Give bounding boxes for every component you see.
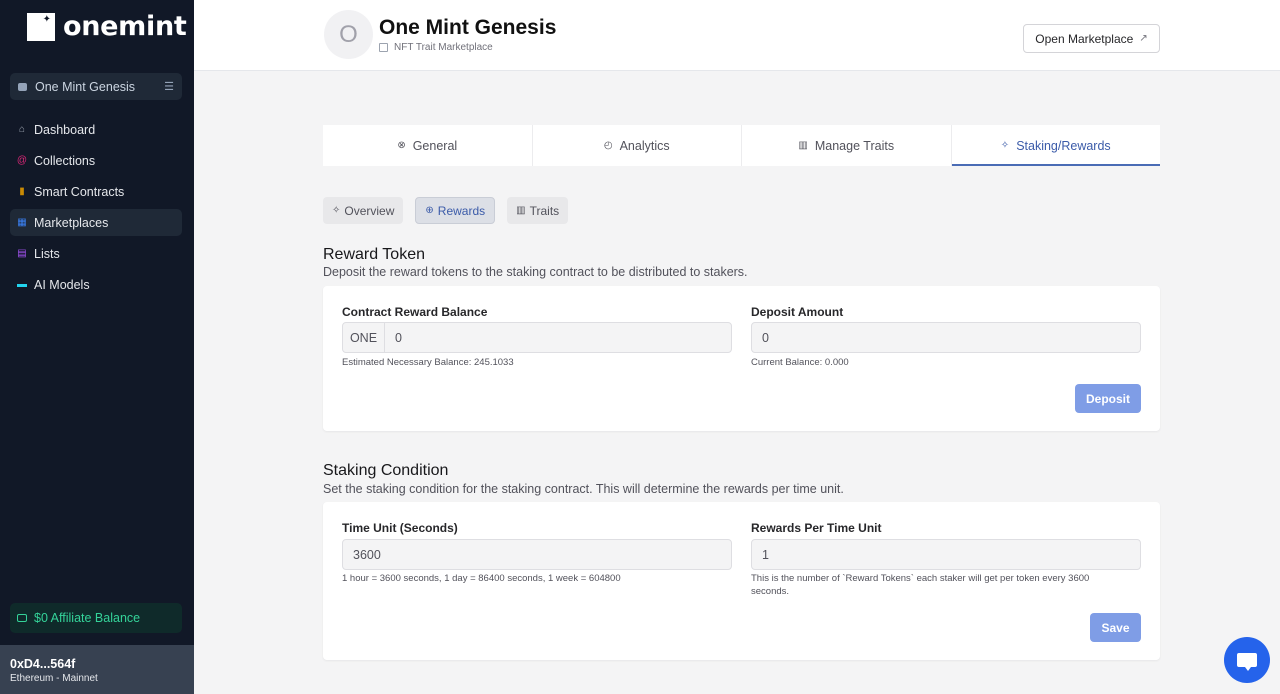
bar-chart-icon: ▥ bbox=[516, 205, 526, 216]
staking-condition-description: Set the staking condition for the stakin… bbox=[323, 482, 844, 496]
reward-token-title: Reward Token bbox=[323, 246, 425, 263]
deposit-amount-value: 0 bbox=[762, 330, 769, 345]
tab-label: Analytics bbox=[619, 138, 670, 153]
deposit-amount-input[interactable]: 0 bbox=[751, 322, 1141, 353]
subtab-overview[interactable]: ✧ Overview bbox=[323, 197, 404, 224]
affiliate-balance-label: $0 Affiliate Balance bbox=[34, 611, 141, 625]
reward-token-description: Deposit the reward tokens to the staking… bbox=[323, 265, 748, 279]
sidebar-item-label: Dashboard bbox=[34, 122, 96, 137]
rewards-per-time-unit-label: Rewards Per Time Unit bbox=[751, 521, 882, 535]
subtab-rewards[interactable]: ⊕ Rewards bbox=[415, 197, 496, 224]
sidebar-nav: ⌂ Dashboard @ Collections ▮ Smart Contra… bbox=[0, 116, 194, 302]
current-balance-hint: Current Balance: 0.000 bbox=[751, 357, 849, 368]
brand-name: onemint bbox=[63, 10, 187, 42]
list-icon: ▤ bbox=[17, 247, 27, 259]
sparkles-icon: ✧ bbox=[332, 205, 341, 216]
estimated-balance-hint: Estimated Necessary Balance: 245.1033 bbox=[342, 357, 514, 368]
store-icon bbox=[379, 43, 388, 52]
deposit-amount-label: Deposit Amount bbox=[751, 305, 844, 319]
sidebar-item-smart-contracts[interactable]: ▮ Smart Contracts bbox=[10, 178, 182, 205]
tab-staking-rewards[interactable]: ✧ Staking/Rewards bbox=[951, 125, 1161, 166]
wallet-network: Ethereum - Mainnet bbox=[10, 673, 98, 684]
subtab-label: Traits bbox=[529, 203, 560, 218]
main-tabs: ⊗ General ◴ Analytics ▥ Manage Traits ✧ … bbox=[323, 125, 1160, 166]
wallet-info[interactable]: 0xD4...564f Ethereum - Mainnet bbox=[0, 645, 194, 694]
subtab-traits[interactable]: ▥ Traits bbox=[507, 197, 569, 224]
affiliate-balance-button[interactable]: $0 Affiliate Balance bbox=[10, 603, 182, 633]
sub-tabs: ✧ Overview ⊕ Rewards ▥ Traits bbox=[323, 197, 569, 224]
bar-chart-icon: ▥ bbox=[798, 140, 808, 151]
tab-label: Manage Traits bbox=[814, 138, 895, 153]
page-title: One Mint Genesis bbox=[379, 16, 557, 39]
staking-condition-card: Time Unit (Seconds) 3600 1 hour = 3600 s… bbox=[323, 502, 1160, 660]
project-selector-label: One Mint Genesis bbox=[35, 79, 136, 94]
staking-condition-title: Staking Condition bbox=[323, 462, 449, 479]
page-subtitle: NFT Trait Marketplace bbox=[379, 42, 493, 53]
save-button[interactable]: Save bbox=[1090, 613, 1141, 642]
contract-balance-field: ONE 0 bbox=[342, 322, 732, 353]
reward-token-card: Contract Reward Balance ONE 0 Estimated … bbox=[323, 286, 1160, 431]
tab-label: General bbox=[412, 138, 458, 153]
gift-icon: ⊕ bbox=[425, 205, 434, 216]
sidebar-item-dashboard[interactable]: ⌂ Dashboard bbox=[10, 116, 182, 143]
rewards-hint: This is the number of `Reward Tokens` ea… bbox=[751, 573, 1090, 597]
sidebar-item-label: Collections bbox=[34, 153, 96, 168]
tab-analytics[interactable]: ◴ Analytics bbox=[533, 125, 742, 166]
avatar: O bbox=[324, 10, 373, 59]
subtab-label: Rewards bbox=[437, 203, 486, 218]
sparkles-icon: ✧ bbox=[1000, 140, 1010, 151]
logo-mark-icon: ✦ bbox=[27, 13, 55, 41]
sidebar-item-lists[interactable]: ▤ Lists bbox=[10, 240, 182, 267]
chat-bubble-icon bbox=[1237, 653, 1257, 671]
subtitle-text: NFT Trait Marketplace bbox=[394, 42, 493, 53]
chat-button[interactable] bbox=[1224, 637, 1270, 683]
briefcase-icon bbox=[18, 82, 27, 91]
sidebar-item-marketplaces[interactable]: ▦ Marketplaces bbox=[10, 209, 182, 236]
general-icon: ⊗ bbox=[397, 140, 406, 151]
tab-label: Staking/Rewards bbox=[1016, 138, 1111, 153]
contract-balance-value: 0 bbox=[395, 330, 402, 345]
time-unit-hint: 1 hour = 3600 seconds, 1 day = 86400 sec… bbox=[342, 573, 621, 584]
filter-icon: ☰ bbox=[164, 81, 174, 93]
tab-manage-traits[interactable]: ▥ Manage Traits bbox=[742, 125, 952, 166]
store-icon: ▦ bbox=[17, 216, 27, 228]
contract-balance-label: Contract Reward Balance bbox=[342, 305, 488, 319]
external-link-icon: ↗ bbox=[1139, 33, 1148, 44]
open-marketplace-button[interactable]: Open Marketplace ↗ bbox=[1023, 24, 1160, 53]
pie-chart-icon: ◴ bbox=[603, 140, 613, 151]
deposit-button[interactable]: Deposit bbox=[1075, 384, 1141, 413]
sidebar-item-label: Lists bbox=[34, 246, 60, 261]
collections-icon: @ bbox=[16, 154, 28, 166]
sidebar-item-label: Smart Contracts bbox=[34, 184, 125, 199]
subtab-label: Overview bbox=[344, 203, 395, 218]
project-selector[interactable]: One Mint Genesis ☰ bbox=[10, 73, 182, 100]
currency-prefix: ONE bbox=[343, 323, 385, 352]
monitor-icon: ▬ bbox=[17, 278, 27, 290]
wallet-address: 0xD4...564f bbox=[10, 657, 76, 671]
rewards-per-time-unit-input[interactable]: 1 bbox=[751, 539, 1141, 570]
sidebar-item-ai-models[interactable]: ▬ AI Models bbox=[10, 271, 182, 298]
home-icon: ⌂ bbox=[18, 123, 26, 135]
tab-general[interactable]: ⊗ General bbox=[323, 125, 533, 166]
sidebar-item-label: Marketplaces bbox=[34, 215, 109, 230]
brand-logo[interactable]: ✦ onemint bbox=[0, 0, 194, 52]
wallet-icon bbox=[17, 614, 27, 622]
sidebar-item-collections[interactable]: @ Collections bbox=[10, 147, 182, 174]
sidebar-item-label: AI Models bbox=[34, 277, 90, 292]
time-unit-value: 3600 bbox=[353, 547, 381, 562]
rewards-per-time-unit-value: 1 bbox=[762, 547, 769, 562]
time-unit-label: Time Unit (Seconds) bbox=[342, 521, 458, 535]
page-header: O One Mint Genesis NFT Trait Marketplace… bbox=[194, 0, 1280, 71]
sidebar: ✦ onemint One Mint Genesis ☰ ⌂ Dashboard… bbox=[0, 0, 194, 694]
time-unit-input[interactable]: 3600 bbox=[342, 539, 732, 570]
contract-icon: ▮ bbox=[19, 185, 25, 197]
open-marketplace-label: Open Marketplace bbox=[1035, 31, 1134, 46]
